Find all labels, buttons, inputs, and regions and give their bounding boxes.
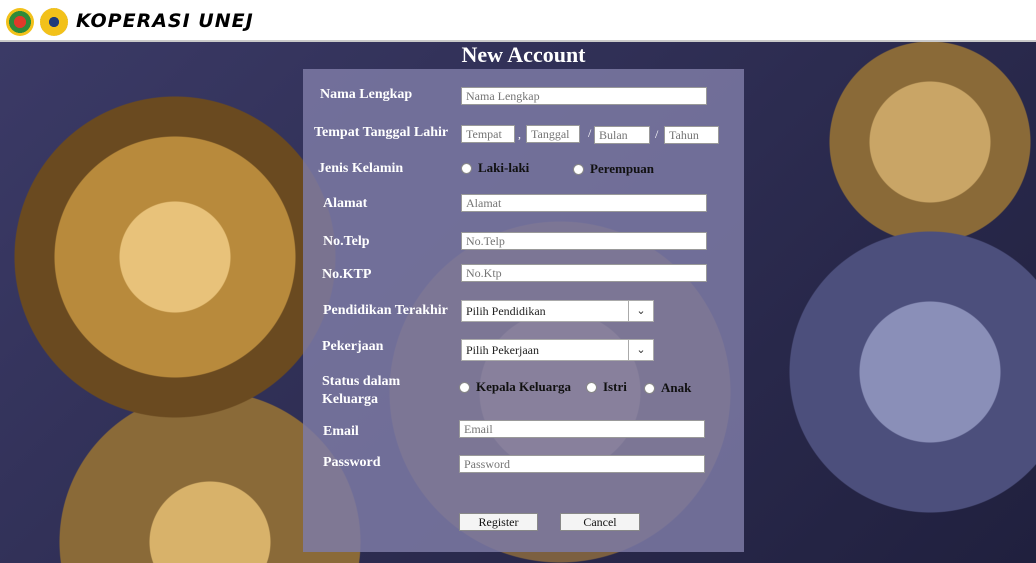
label-ttl: Tempat Tanggal Lahir: [314, 125, 449, 140]
tempat-input[interactable]: [461, 125, 515, 143]
register-button[interactable]: Register: [459, 513, 538, 531]
pendidikan-select[interactable]: Pilih Pendidikan ⌄: [461, 300, 654, 322]
radio-kepala-keluarga[interactable]: [459, 382, 470, 393]
radio-label-perempuan: Perempuan: [590, 161, 655, 176]
tanggal-input[interactable]: [526, 125, 580, 143]
tahun-input[interactable]: [664, 126, 719, 144]
radio-perempuan[interactable]: [573, 164, 584, 175]
koperasi-logo-icon: [6, 8, 34, 36]
label-alamat: Alamat: [323, 196, 368, 211]
label-pendidikan: Pendidikan Terakhir: [323, 303, 448, 318]
bulan-input[interactable]: [594, 126, 650, 144]
radio-laki-laki[interactable]: [461, 163, 472, 174]
separator-slash-2: /: [655, 127, 659, 141]
separator-slash: /: [588, 126, 592, 140]
label-ktp: No.KTP: [322, 267, 372, 282]
app-header: KOPERASI UNEJ: [0, 0, 1036, 42]
label-email: Email: [323, 424, 359, 439]
pendidikan-selected-value: Pilih Pendidikan: [466, 304, 546, 318]
label-jk: Jenis Kelamin: [318, 161, 404, 176]
label-status-line1: Status dalam: [322, 374, 401, 389]
page-title: New Account: [461, 42, 586, 67]
email-input[interactable]: [459, 420, 705, 438]
label-nama: Nama Lengkap: [320, 87, 413, 102]
radio-istri[interactable]: [586, 382, 597, 393]
pekerjaan-select[interactable]: Pilih Pekerjaan ⌄: [461, 339, 654, 361]
label-pekerjaan: Pekerjaan: [322, 339, 384, 354]
pekerjaan-selected-value: Pilih Pekerjaan: [466, 343, 539, 357]
label-telp: No.Telp: [323, 234, 370, 249]
alamat-input[interactable]: [461, 194, 707, 212]
password-input[interactable]: [459, 455, 705, 473]
chevron-down-icon: ⌄: [628, 301, 653, 321]
radio-anak[interactable]: [644, 383, 655, 394]
cancel-button[interactable]: Cancel: [560, 513, 640, 531]
radio-label-kepala-keluarga: Kepala Keluarga: [476, 379, 571, 394]
unej-logo-icon: [40, 8, 68, 36]
separator-comma: ,: [518, 127, 521, 141]
label-password: Password: [323, 455, 381, 470]
ktp-input[interactable]: [461, 264, 707, 282]
radio-label-laki-laki: Laki-laki: [478, 160, 530, 175]
radio-label-anak: Anak: [661, 380, 692, 395]
chevron-down-icon: ⌄: [628, 340, 653, 360]
telp-input[interactable]: [461, 232, 707, 250]
nama-input[interactable]: [461, 87, 707, 105]
brand-title: KOPERASI UNEJ: [76, 10, 254, 32]
label-status-line2: Keluarga: [322, 392, 378, 407]
radio-label-istri: Istri: [603, 379, 627, 394]
